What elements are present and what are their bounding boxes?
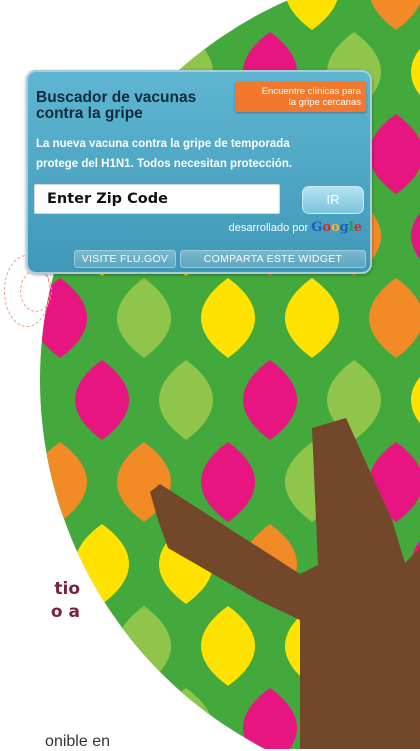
widget-title: Buscador de vacunas contra la gripe: [36, 90, 246, 122]
widget-description-line-2: protege del H1N1. Todos necesitan protec…: [36, 158, 293, 170]
powered-by-google: desarrollado por Google: [229, 220, 362, 235]
powered-by-label: desarrollado por: [228, 222, 309, 234]
visit-flu-gov-button[interactable]: VISITE FLU.GOV: [74, 250, 176, 268]
tagline-line-2: la gripe cercanas: [288, 97, 361, 108]
google-logo: Google: [311, 220, 362, 235]
widget-title-line-1: Buscador de vacunas: [36, 89, 197, 106]
side-text: tio o a: [0, 578, 80, 624]
flu-vaccine-finder-widget: Buscador de vacunas contra la gripe Encu…: [26, 70, 372, 274]
decorative-dashed-arc: [20, 270, 52, 312]
tagline-badge: Encuentre clínicas para la gripe cercana…: [235, 82, 366, 112]
widget-description-line-1: La nueva vacuna contra la gripe de tempo…: [36, 138, 290, 150]
leaf-shape: [40, 0, 87, 30]
widget-title-line-2: contra la gripe: [36, 105, 143, 122]
zip-code-input[interactable]: [34, 184, 280, 214]
tagline-line-1: Encuentre clínicas para: [261, 86, 361, 97]
go-button[interactable]: IR: [302, 186, 364, 214]
leaf-shape: [117, 0, 171, 30]
widget-description: La nueva vacuna contra la gripe de tempo…: [36, 134, 366, 174]
side-text-line-2: o a: [50, 602, 80, 622]
share-widget-button[interactable]: COMPARTA ESTE WIDGET: [180, 250, 366, 268]
side-text-line-1: tio: [54, 579, 80, 599]
bottom-text: onible en: [45, 733, 110, 750]
